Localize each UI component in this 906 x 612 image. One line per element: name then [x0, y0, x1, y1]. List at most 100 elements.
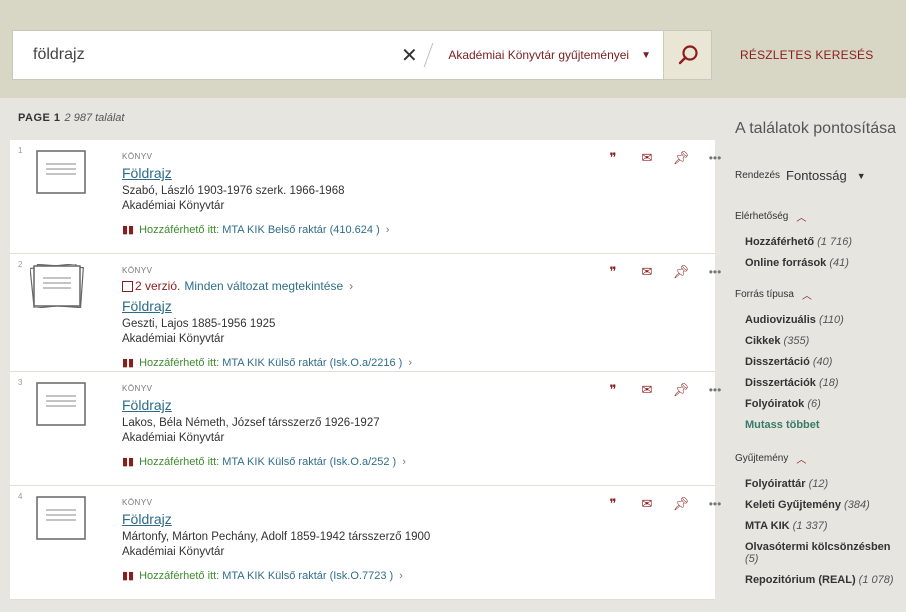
chevron-right-icon: ›: [349, 279, 354, 293]
sort-dropdown[interactable]: Fontosság: [786, 168, 847, 183]
facet-title: Forrás típusa: [735, 289, 794, 300]
result-card: 2 KÖNYV 2 verzió. Minden változat megtek…: [10, 254, 721, 372]
availability-link[interactable]: ▮▮ Hozzáférhető itt: MTA KIK Külső raktá…: [122, 569, 582, 583]
sidebar-heading: A találatok pontosítása: [735, 120, 896, 137]
availability-location: MTA KIK Külső raktár (Isk.O.7723 ): [222, 569, 394, 582]
facet-title: Elérhetőség: [735, 211, 789, 222]
resource-type: KÖNYV: [122, 152, 153, 161]
resource-type: KÖNYV: [122, 498, 153, 507]
open-book-icon: ▮▮: [122, 357, 135, 369]
result-number: 2: [18, 260, 23, 269]
facet-item[interactable]: Cikkek (355): [745, 335, 905, 347]
result-author: Mártonfy, Márton Pechány, Adolf 1859-194…: [122, 531, 431, 543]
pin-icon[interactable]: 📌︎: [664, 496, 698, 512]
facet-item[interactable]: Hozzáférhető (1 716): [745, 236, 905, 248]
result-title-link[interactable]: Földrajz: [122, 298, 172, 314]
facet-item[interactable]: Folyóirattár (12): [745, 478, 905, 490]
pin-icon[interactable]: 📌︎: [664, 264, 698, 280]
availability-location: MTA KIK Külső raktár (Isk.O.a/252 ): [222, 455, 397, 468]
availability-link[interactable]: ▮▮ Hozzáférhető itt: MTA KIK Külső raktá…: [122, 455, 582, 469]
sort-label: Rendezés: [735, 170, 781, 181]
pin-icon[interactable]: 📌︎: [664, 150, 698, 166]
quote-icon[interactable]: ❞: [596, 382, 630, 398]
quote-icon[interactable]: ❞: [596, 496, 630, 512]
versions-icon: [122, 280, 133, 292]
mail-icon[interactable]: ✉: [630, 382, 664, 398]
page-label: PAGE 1: [18, 112, 61, 124]
availability-link[interactable]: ▮▮ Hozzáférhető itt: MTA KIK Belső raktá…: [122, 223, 582, 237]
chevron-right-icon: ›: [402, 455, 406, 468]
availability-location: MTA KIK Belső raktár (410.624 ): [222, 223, 380, 236]
result-actions: ❞ ✉ 📌︎ •••: [596, 496, 732, 512]
facet-header[interactable]: Forrás típusa ︿: [735, 287, 905, 302]
search-button[interactable]: [663, 31, 711, 79]
result-author: Geszti, Lajos 1885-1956 1925: [122, 318, 276, 330]
facet-item[interactable]: Repozitórium (REAL) (1 078): [745, 574, 905, 586]
result-author: Szabó, László 1903-1976 szerk. 1966-1968: [122, 185, 345, 197]
book-icon: [36, 496, 86, 540]
versions-count: 2 verzió.: [135, 279, 181, 293]
result-card: 4 KÖNYV Földrajz Mártonfy, Márton Pechán…: [10, 486, 721, 600]
availability-link[interactable]: ▮▮ Hozzáférhető itt: MTA KIK Külső raktá…: [122, 356, 582, 370]
result-author: Lakos, Béla Németh, József társszerző 19…: [122, 417, 380, 429]
quote-icon[interactable]: ❞: [596, 150, 630, 166]
result-number: 4: [18, 492, 23, 501]
result-title-link[interactable]: Földrajz: [122, 397, 172, 413]
more-icon[interactable]: •••: [698, 497, 732, 511]
mail-icon[interactable]: ✉: [630, 150, 664, 166]
more-icon[interactable]: •••: [698, 265, 732, 279]
facet-item[interactable]: Online források (41): [745, 257, 905, 269]
result-publisher: Akadémiai Könyvtár: [122, 546, 225, 558]
result-publisher: Akadémiai Könyvtár: [122, 200, 225, 212]
results-count: 2 987 találat: [64, 112, 125, 124]
advanced-search-link[interactable]: RÉSZLETES KERESÉS: [740, 48, 873, 62]
result-number: 3: [18, 378, 23, 387]
result-number: 1: [18, 146, 23, 155]
caret-down-icon[interactable]: ▼: [857, 171, 866, 181]
resource-type: KÖNYV: [122, 266, 153, 275]
more-icon[interactable]: •••: [698, 151, 732, 165]
header-bar: földrajz ✕ Akadémiai Könyvtár gyűjtemény…: [0, 0, 906, 98]
open-book-icon: ▮▮: [122, 570, 135, 582]
open-book-icon: ▮▮: [122, 224, 135, 236]
facet-item[interactable]: Disszertáció (40): [745, 356, 905, 368]
facet-item[interactable]: MTA KIK (1 337): [745, 520, 905, 532]
scope-label: Akadémiai Könyvtár gyűjteményei: [448, 48, 630, 62]
scope-dropdown[interactable]: Akadémiai Könyvtár gyűjteményei ▼: [448, 31, 663, 79]
result-publisher: Akadémiai Könyvtár: [122, 432, 225, 444]
search-input[interactable]: földrajz: [13, 31, 396, 79]
mail-icon[interactable]: ✉: [630, 264, 664, 280]
clear-icon[interactable]: ✕: [396, 43, 422, 68]
facet-item[interactable]: Folyóiratok (6): [745, 398, 905, 410]
quote-icon[interactable]: ❞: [596, 264, 630, 280]
result-card: 3 KÖNYV Földrajz Lakos, Béla Németh, Józ…: [10, 372, 721, 486]
open-book-icon: ▮▮: [122, 456, 135, 468]
refine-sidebar: A találatok pontosítása Rendezés Fontoss…: [735, 112, 905, 604]
facet-header[interactable]: Gyűjtemény ︿: [735, 451, 905, 466]
resource-type: KÖNYV: [122, 384, 153, 393]
sort-control: Rendezés Fontosság ▼: [735, 168, 905, 183]
result-actions: ❞ ✉ 📌︎ •••: [596, 150, 732, 166]
chevron-up-icon: ︿: [796, 213, 807, 224]
show-more-link[interactable]: Mutass többet: [745, 419, 905, 431]
result-title-link[interactable]: Földrajz: [122, 165, 172, 181]
facet-header[interactable]: Elérhetőség ︿: [735, 209, 905, 224]
versions-link[interactable]: 2 verzió. Minden változat megtekintése ›: [122, 279, 582, 293]
facet-item[interactable]: Disszertációk (18): [745, 377, 905, 389]
pin-icon[interactable]: 📌︎: [664, 382, 698, 398]
facet-collection: Gyűjtemény ︿ Folyóirattár (12) Keleti Gy…: [735, 451, 905, 586]
result-title-link[interactable]: Földrajz: [122, 511, 172, 527]
facet-item[interactable]: Olvasótermi kölcsönzésben (5): [745, 541, 905, 565]
result-publisher: Akadémiai Könyvtár: [122, 333, 225, 345]
chevron-right-icon: ›: [385, 223, 390, 236]
mail-icon[interactable]: ✉: [630, 496, 664, 512]
more-icon[interactable]: •••: [698, 383, 732, 397]
book-icon: [36, 382, 86, 426]
facet-item[interactable]: Audiovizuális (110): [745, 314, 905, 326]
facet-item[interactable]: Keleti Gyűjtemény (384): [745, 499, 905, 511]
availability-status: Hozzáférhető itt:: [139, 569, 220, 582]
facet-title: Gyűjtemény: [735, 453, 789, 464]
result-actions: ❞ ✉ 📌︎ •••: [596, 382, 732, 398]
result-actions: ❞ ✉ 📌︎ •••: [596, 264, 732, 280]
search-icon: [678, 45, 698, 65]
